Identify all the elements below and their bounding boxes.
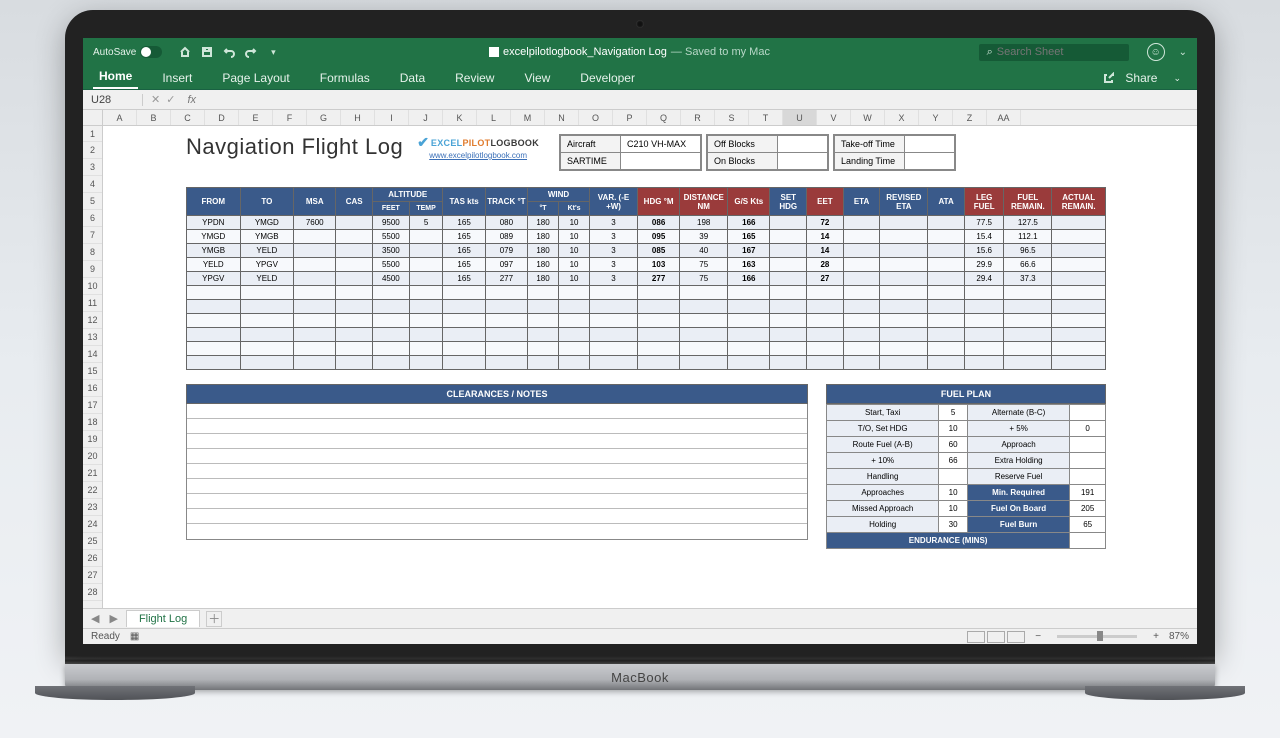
cancel-icon[interactable]: ✕ [151, 93, 160, 106]
window-title: excelpilotlogbook_Navigation Log — Saved… [290, 46, 968, 58]
status-bar: Ready ▦ − + 87% [83, 628, 1197, 644]
clearances-header: CLEARANCES / NOTES [186, 384, 808, 404]
logo-link[interactable]: www.excelpilotlogbook.com [429, 151, 527, 160]
macbook-label: MacBook [611, 670, 669, 685]
tab-formulas[interactable]: Formulas [314, 67, 376, 89]
screen-bezel: AutoSave ▾ excelpilotlogbook_Navigation … [65, 10, 1215, 656]
camera-icon [636, 20, 644, 28]
logo: ✔ EXCELPILOTLOGBOOK www.excelpilotlogboo… [417, 134, 539, 160]
fuel-plan-section: FUEL PLAN Start, Taxi5Alternate (B-C)T/O… [826, 384, 1106, 549]
laptop-frame: AutoSave ▾ excelpilotlogbook_Navigation … [65, 10, 1215, 690]
flight-log-document: Navgiation Flight Log ✔ EXCELPILOTLOGBOO… [186, 134, 1106, 549]
search-icon: ⌕ [987, 46, 993, 59]
switch-off-icon[interactable] [140, 46, 162, 58]
page-break-view-icon[interactable] [1007, 631, 1025, 643]
laptop-hinge [65, 656, 1215, 664]
titlebar: AutoSave ▾ excelpilotlogbook_Navigation … [83, 38, 1197, 66]
home-icon[interactable] [178, 45, 192, 59]
info-boxes: AircraftC210 VH-MAXSARTIMEOff BlocksOn B… [559, 134, 956, 171]
sheet-tab-flight-log[interactable]: Flight Log [126, 610, 200, 627]
check-icon: ✔ [417, 134, 429, 151]
zoom-in-button[interactable]: + [1153, 631, 1159, 642]
tab-review[interactable]: Review [449, 67, 500, 89]
zoom-level[interactable]: 87% [1169, 631, 1189, 642]
share-button[interactable]: Share ⌄ [1103, 67, 1187, 89]
search-field[interactable] [997, 46, 1121, 58]
status-ready: Ready [91, 631, 120, 642]
sheet-prev-icon[interactable]: ◀ [89, 612, 101, 625]
sheet-next-icon[interactable]: ▶ [107, 612, 119, 625]
excel-file-icon [489, 47, 499, 57]
normal-view-icon[interactable] [967, 631, 985, 643]
column-headers[interactable]: ABCDEFGHIJKLMNOPQRSTUVWXYZAA [103, 110, 1197, 126]
select-all-corner[interactable] [83, 110, 103, 126]
fuel-plan-header: FUEL PLAN [826, 384, 1106, 404]
tab-insert[interactable]: Insert [156, 67, 198, 89]
spreadsheet-grid[interactable]: 1234567891011121314151617181920212223242… [83, 110, 1197, 628]
fx-label: fx [187, 94, 196, 106]
quick-access-toolbar: ▾ [178, 45, 280, 59]
redo-icon[interactable] [244, 45, 258, 59]
view-switcher[interactable] [967, 631, 1025, 643]
sheet-tab-bar: ◀ ▶ Flight Log ＋ [83, 608, 1197, 628]
add-sheet-button[interactable]: ＋ [206, 611, 222, 627]
fuel-plan-table[interactable]: Start, Taxi5Alternate (B-C)T/O, Set HDG1… [826, 404, 1106, 549]
document-name: excelpilotlogbook_Navigation Log [503, 46, 667, 58]
tab-home[interactable]: Home [93, 65, 138, 89]
name-box[interactable]: U28 [83, 94, 143, 106]
feedback-icon[interactable]: ☺ [1147, 43, 1165, 61]
zoom-slider[interactable] [1057, 635, 1137, 638]
formula-bar: U28 ✕ ✓ fx [83, 90, 1197, 110]
tab-data[interactable]: Data [394, 67, 431, 89]
search-input[interactable]: ⌕ [979, 44, 1129, 61]
autosave-toggle[interactable]: AutoSave [93, 46, 162, 58]
share-icon [1103, 72, 1115, 84]
tab-page-layout[interactable]: Page Layout [216, 67, 295, 89]
confirm-icon[interactable]: ✓ [166, 93, 175, 106]
page-title: Navgiation Flight Log [186, 134, 403, 160]
ribbon-tabs: Home Insert Page Layout Formulas Data Re… [83, 66, 1197, 90]
share-label: Share [1119, 67, 1163, 89]
chevron-down-icon[interactable]: ⌄ [1179, 47, 1187, 58]
save-icon[interactable] [200, 45, 214, 59]
chevron-down-icon[interactable]: ▾ [266, 45, 280, 59]
tab-developer[interactable]: Developer [574, 67, 641, 89]
row-headers[interactable]: 1234567891011121314151617181920212223242… [83, 126, 103, 628]
save-status: — Saved to my Mac [671, 46, 770, 58]
zoom-out-button[interactable]: − [1035, 631, 1041, 642]
macro-icon[interactable]: ▦ [130, 631, 139, 642]
laptop-base: MacBook [65, 664, 1215, 690]
tab-view[interactable]: View [518, 67, 556, 89]
undo-icon[interactable] [222, 45, 236, 59]
clearances-rows[interactable] [186, 404, 808, 540]
clearances-section: CLEARANCES / NOTES [186, 384, 808, 540]
navigation-table[interactable]: FROMTOMSACASALTITUDETAS ktsTRACK °TWINDV… [186, 187, 1106, 370]
app-window: AutoSave ▾ excelpilotlogbook_Navigation … [83, 38, 1197, 644]
page-layout-view-icon[interactable] [987, 631, 1005, 643]
autosave-label: AutoSave [93, 47, 136, 58]
